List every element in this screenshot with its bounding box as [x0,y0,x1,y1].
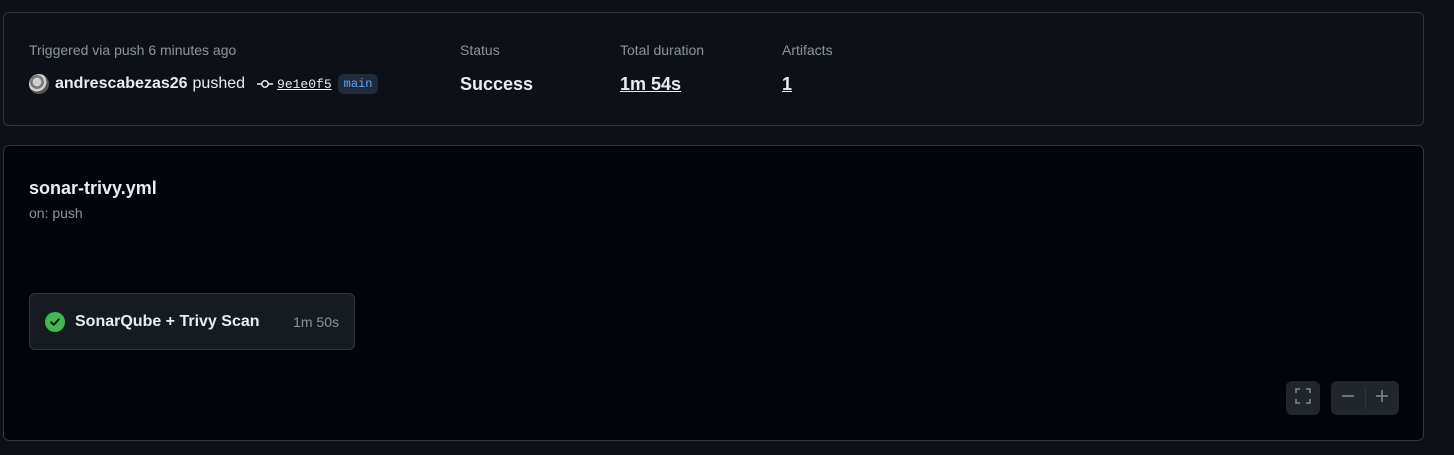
workflow-trigger: on: push [29,205,83,221]
zoom-in-button[interactable] [1365,381,1399,415]
trigger-text: Triggered via push 6 minutes ago [29,42,237,58]
trigger-info: Triggered via push 6 minutes ago [29,41,236,59]
artifacts-label: Artifacts [782,42,833,58]
workflow-graph-card: sonar-trivy.yml on: push SonarQube + Tri… [3,145,1424,441]
status-label: Status [460,42,500,58]
artifacts-stat: Artifacts 1 [782,41,833,95]
fullscreen-button[interactable] [1286,381,1320,415]
action-text: pushed [192,75,246,92]
duration-stat: Total duration 1m 54s [620,41,704,95]
check-circle-icon [45,311,65,332]
fullscreen-icon [1294,387,1312,410]
branch-badge[interactable]: main [337,74,379,94]
zoom-out-button[interactable] [1331,381,1365,415]
duration-label: Total duration [620,42,705,58]
git-commit-icon [257,76,274,92]
job-duration: 1m 50s [293,313,339,330]
push-info-row: andrescabezas26 pushed 9e1e0f5 main [29,73,379,95]
duration-value-link[interactable]: 1m 54s [620,73,704,95]
zoom-controls [1331,381,1399,415]
avatar[interactable] [29,74,49,94]
minus-icon [1340,388,1356,409]
job-name: SonarQube + Trivy Scan [75,312,260,330]
artifacts-count-link[interactable]: 1 [782,73,833,95]
run-summary-card: Triggered via push 6 minutes ago andresc… [3,12,1424,126]
status-stat: Status Success [460,41,533,95]
commit-sha-link[interactable]: 9e1e0f5 [277,77,332,92]
status-value: Success [460,74,534,94]
workflow-name: sonar-trivy.yml [29,178,157,198]
job-card[interactable]: SonarQube + Trivy Scan 1m 50s [29,293,355,350]
plus-icon [1374,388,1390,409]
actor-link[interactable]: andrescabezas26 [55,75,188,93]
